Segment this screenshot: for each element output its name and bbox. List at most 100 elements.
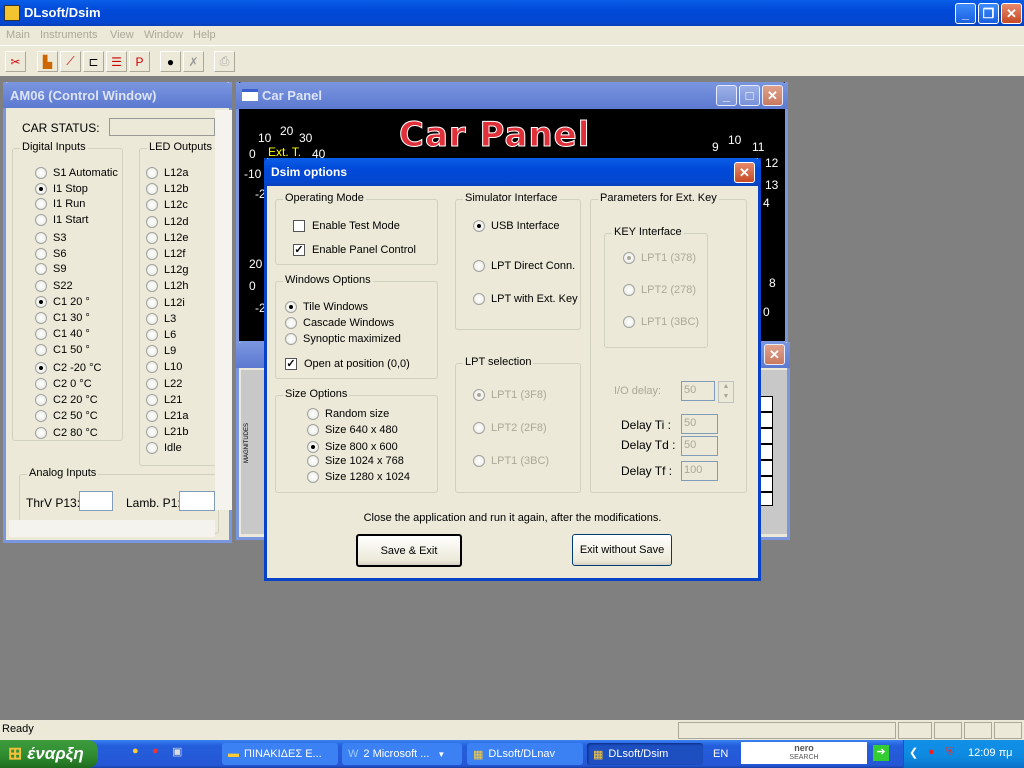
digital-input-radio[interactable]: S9	[35, 263, 66, 275]
menu-main[interactable]: Main	[6, 29, 30, 41]
go-arrow-icon[interactable]: ➔	[873, 745, 889, 761]
simulator-interface-radio[interactable]: LPT with Ext. Key	[473, 293, 578, 305]
digital-input-radio[interactable]: C1 20 °	[35, 296, 90, 308]
enable-panel-control-checkbox[interactable]: ✓ Enable Panel Control	[293, 244, 416, 256]
led-output-radio[interactable]: L6	[146, 329, 176, 341]
taskbar-item-folder[interactable]: ▬ ΠΙΝΑΚΙΔΕΣ Ε...	[222, 743, 338, 765]
led-output-radio[interactable]: L3	[146, 312, 176, 325]
radio-label: I1 Start	[53, 214, 89, 226]
led-output-radio[interactable]: L22	[146, 377, 182, 390]
windows-option-radio[interactable]: Cascade Windows	[285, 317, 394, 329]
tray-expand-icon[interactable]: ❮	[909, 746, 918, 759]
led-output-radio[interactable]: L12f	[146, 248, 185, 260]
digital-input-radio[interactable]: I1 Start	[35, 214, 88, 226]
quicklaunch-desktop-icon[interactable]: ▣	[172, 745, 182, 758]
security-shield-icon[interactable]: ⛨	[946, 746, 954, 759]
axes-graph-icon[interactable]: ⊏	[83, 51, 104, 72]
car-panel-close[interactable]: ✕	[762, 85, 783, 106]
radio-label: L12c	[164, 199, 188, 212]
delay-ti-input[interactable]: 50	[681, 414, 718, 434]
simulator-interface-radio[interactable]: USB Interface	[473, 220, 559, 232]
gauge-icon[interactable]: ●	[160, 51, 181, 72]
taskbar-item-dlnav[interactable]: ▦ DLsoft/DLnav	[467, 743, 583, 765]
line-graph-icon[interactable]: ⟋	[60, 51, 81, 72]
save-exit-button[interactable]: Save & Exit	[356, 534, 462, 567]
digital-input-radio[interactable]: S22	[35, 280, 73, 292]
lamb-p1-input[interactable]	[179, 491, 215, 511]
simulator-interface-radio[interactable]: LPT Direct Conn.	[473, 260, 575, 272]
led-output-radio[interactable]: L12b	[146, 183, 188, 196]
led-output-radio[interactable]: L21a	[146, 410, 188, 422]
windows-option-radio[interactable]: Tile Windows	[285, 301, 368, 313]
quicklaunch-icon[interactable]: ●	[132, 745, 139, 757]
digital-input-radio[interactable]: S6	[35, 248, 66, 260]
digital-input-radio[interactable]: C1 30 °	[35, 312, 90, 324]
minimize-button[interactable]: _	[955, 3, 976, 24]
vertical-scrollbar[interactable]	[215, 110, 232, 510]
digital-input-radio[interactable]: C1 50 °	[35, 344, 90, 356]
step-graph-icon[interactable]: ☰	[106, 51, 127, 72]
digital-input-radio[interactable]: C2 50 °C	[35, 410, 98, 422]
bar-graph-icon[interactable]: ▙	[37, 51, 58, 72]
size-option-radio[interactable]: Random size	[307, 408, 389, 420]
delay-tf-input[interactable]: 100	[681, 461, 718, 481]
size-option-radio[interactable]: Size 640 x 480	[307, 424, 398, 436]
led-output-radio[interactable]: L12e	[146, 231, 188, 244]
io-delay-spinner[interactable]: ▲ ▼	[718, 381, 734, 403]
nero-search-box[interactable]: nero SEARCH	[741, 742, 867, 764]
car-panel-minimize[interactable]: _	[716, 85, 737, 106]
radio-button-icon	[35, 167, 47, 179]
led-output-radio[interactable]: Idle	[146, 442, 182, 455]
led-output-radio[interactable]: L12d	[146, 215, 188, 228]
taskbar-item-word[interactable]: W 2 Microsoft ... ▼	[342, 743, 462, 765]
led-output-radio[interactable]: L9	[146, 345, 176, 358]
led-output-radio[interactable]: L12i	[146, 296, 185, 309]
led-output-radio[interactable]: L12a	[146, 167, 188, 179]
led-output-radio[interactable]: L10	[146, 361, 182, 374]
quicklaunch-opera-icon[interactable]: ●	[152, 745, 159, 757]
windows-option-radio[interactable]: Synoptic maximized	[285, 333, 401, 345]
digital-input-radio[interactable]: C2 0 °C	[35, 378, 92, 390]
menu-instruments[interactable]: Instruments	[40, 29, 97, 41]
menu-window[interactable]: Window	[144, 29, 183, 41]
digital-input-radio[interactable]: S1 Automatic	[35, 167, 118, 179]
dialog-close-button[interactable]: ✕	[734, 162, 755, 183]
size-option-radio[interactable]: Size 800 x 600	[307, 441, 398, 453]
digital-input-radio[interactable]: C2 80 °C	[35, 427, 98, 439]
open-at-position-checkbox[interactable]: ✓ Open at position (0,0)	[285, 358, 410, 370]
thrv-p13-input[interactable]	[79, 491, 113, 511]
language-indicator[interactable]: EN	[713, 748, 728, 760]
digital-input-radio[interactable]: C1 40 °	[35, 328, 90, 340]
led-output-radio[interactable]: L12c	[146, 199, 188, 212]
bluetooth-icon[interactable]: ●	[928, 746, 935, 758]
export-icon[interactable]: ⎙	[214, 51, 235, 72]
taskbar-item-dsim[interactable]: ▦ DLsoft/Dsim	[587, 743, 703, 765]
digital-input-radio[interactable]: C2 -20 °C	[35, 362, 101, 374]
cut-scissors-icon[interactable]: ✂	[5, 51, 26, 72]
plot-p-icon[interactable]: P	[129, 51, 150, 72]
size-option-radio[interactable]: Size 1024 x 768	[307, 455, 404, 467]
led-output-radio[interactable]: L12g	[146, 264, 188, 277]
car-panel-maximize[interactable]: □	[739, 85, 760, 106]
menu-view[interactable]: View	[110, 29, 134, 41]
digital-input-radio[interactable]: C2 20 °C	[35, 394, 98, 406]
digital-input-radio[interactable]: S3	[35, 232, 66, 244]
horizontal-scrollbar[interactable]	[9, 520, 215, 537]
tools-icon[interactable]: ✗	[183, 51, 204, 72]
delay-td-input[interactable]: 50	[681, 436, 718, 456]
led-output-radio[interactable]: L12h	[146, 280, 188, 293]
restore-button[interactable]: ❐	[978, 3, 999, 24]
size-option-radio[interactable]: Size 1280 x 1024	[307, 471, 410, 483]
led-output-radio[interactable]: L21	[146, 393, 182, 406]
led-output-radio[interactable]: L21b	[146, 426, 188, 439]
digital-input-radio[interactable]: I1 Stop	[35, 183, 88, 195]
start-button[interactable]: ⊞ έναρξη	[0, 740, 98, 768]
menu-help[interactable]: Help	[193, 29, 216, 41]
graph-window-close[interactable]: ✕	[764, 344, 785, 365]
close-button[interactable]: ✕	[1001, 3, 1022, 24]
exit-without-save-button[interactable]: Exit without Save	[572, 534, 672, 566]
enable-test-mode-checkbox[interactable]: Enable Test Mode	[293, 220, 400, 232]
io-delay-input[interactable]: 50	[681, 381, 715, 401]
digital-input-radio[interactable]: I1 Run	[35, 198, 85, 210]
lpt-selection-radio: LPT1 (3BC)	[473, 455, 549, 467]
